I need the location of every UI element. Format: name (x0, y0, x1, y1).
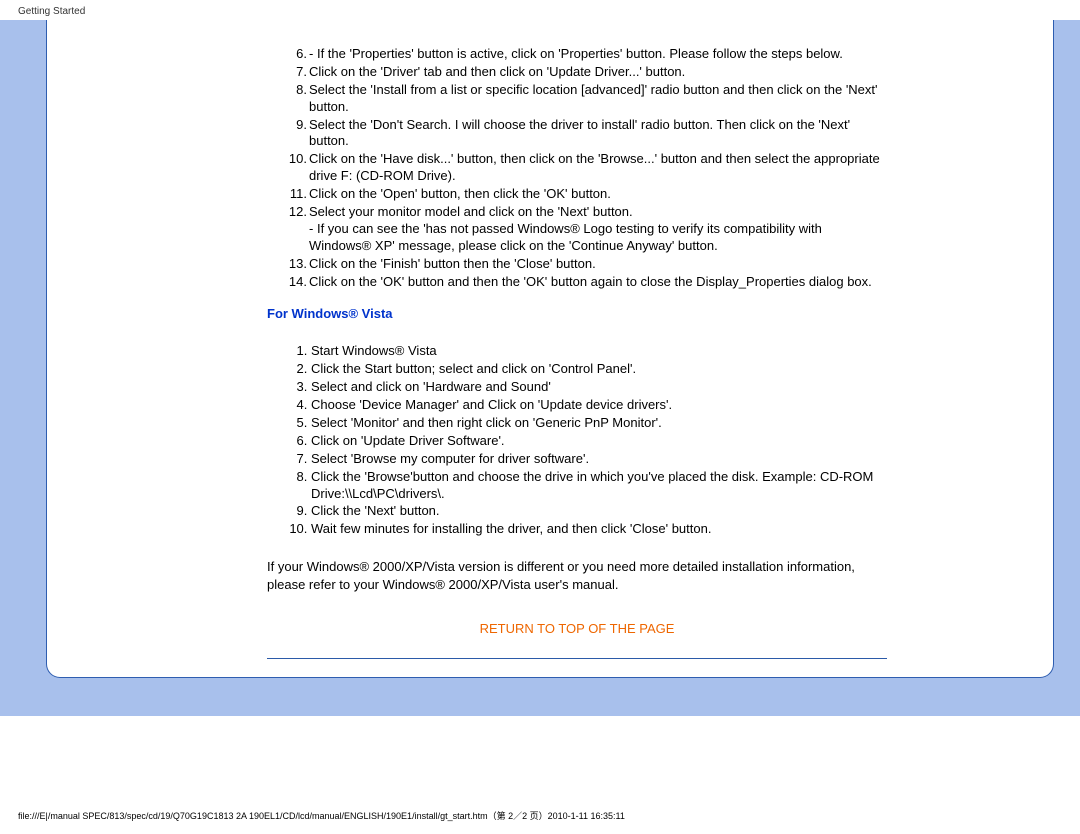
xp-step-12-note: If you can see the 'has not passed Windo… (309, 221, 887, 255)
xp-step-12-text: Select your monitor model and click on t… (309, 204, 633, 219)
xp-steps-list: If the 'Properties' button is active, cl… (267, 46, 887, 290)
xp-step-10: Click on the 'Have disk...' button, then… (267, 151, 887, 185)
return-to-top-text[interactable]: RETURN TO TOP OF THE PAGE (480, 621, 675, 636)
vista-step-8: Click the 'Browse'button and choose the … (311, 469, 887, 503)
xp-step-13: Click on the 'Finish' button then the 'C… (267, 256, 887, 273)
vista-step-5: Select 'Monitor' and then right click on… (311, 415, 887, 432)
footer-file-path: file:///E|/manual SPEC/813/spec/cd/19/Q7… (18, 809, 625, 822)
return-to-top-link[interactable]: RETURN TO TOP OF THE PAGE (267, 621, 887, 636)
vista-step-2: Click the Start button; select and click… (311, 361, 887, 378)
closing-paragraph: If your Windows® 2000/XP/Vista version i… (267, 558, 887, 593)
vista-section-title: For Windows® Vista (267, 306, 887, 321)
content-area: If the 'Properties' button is active, cl… (267, 46, 887, 659)
divider-line (267, 658, 887, 659)
xp-step-14: Click on the 'OK' button and then the 'O… (267, 274, 887, 291)
page-background: If the 'Properties' button is active, cl… (0, 20, 1080, 716)
header-getting-started: Getting Started (18, 6, 85, 17)
vista-step-6: Click on 'Update Driver Software'. (311, 433, 887, 450)
xp-step6-note: If the 'Properties' button is active, cl… (309, 46, 887, 63)
vista-step-3: Select and click on 'Hardware and Sound' (311, 379, 887, 396)
vista-step-7: Select 'Browse my computer for driver so… (311, 451, 887, 468)
content-panel: If the 'Properties' button is active, cl… (46, 20, 1054, 678)
vista-step-10: Wait few minutes for installing the driv… (311, 521, 887, 538)
vista-step-1: Start Windows® Vista (311, 343, 887, 360)
xp-step-12: Select your monitor model and click on t… (267, 204, 887, 255)
vista-step-9: Click the 'Next' button. (311, 503, 887, 520)
xp-step-11: Click on the 'Open' button, then click t… (267, 186, 887, 203)
xp-step-7: Click on the 'Driver' tab and then click… (267, 64, 887, 81)
vista-step-4: Choose 'Device Manager' and Click on 'Up… (311, 397, 887, 414)
xp-step-9: Select the 'Don't Search. I will choose … (267, 117, 887, 151)
vista-steps-list: Start Windows® Vista Click the Start but… (311, 343, 887, 538)
xp-step-8: Select the 'Install from a list or speci… (267, 82, 887, 116)
